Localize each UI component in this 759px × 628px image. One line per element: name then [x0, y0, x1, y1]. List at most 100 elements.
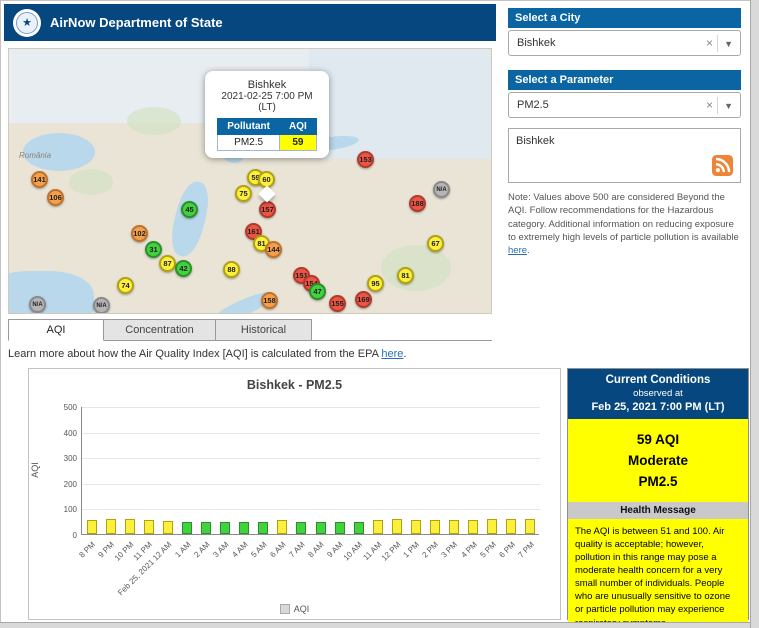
chart-bar[interactable] — [220, 522, 231, 534]
aqi-marker[interactable]: 169 — [355, 291, 372, 308]
aqi-marker[interactable]: 95 — [367, 275, 384, 292]
chart-bar[interactable] — [334, 522, 345, 534]
aqi-marker[interactable]: 155 — [329, 295, 346, 312]
chart-bar[interactable] — [277, 520, 288, 534]
map-popup: Bishkek 2021-02-25 7:00 PM (LT) Pollutan… — [205, 71, 329, 158]
health-message-header: Health Message — [568, 501, 748, 519]
chart-bar[interactable] — [315, 522, 326, 534]
aqi-marker[interactable]: 74 — [117, 277, 134, 294]
map-terrain-patch — [127, 107, 181, 135]
tab-concentration[interactable]: Concentration — [104, 319, 216, 341]
observed-at-label: observed at — [633, 388, 683, 399]
aqi-marker[interactable]: N/A — [29, 296, 46, 313]
aqi-marker[interactable]: 42 — [175, 260, 192, 277]
map-water-mediterranean — [9, 271, 94, 313]
chart-bar[interactable] — [105, 519, 116, 534]
sidebar: Select a City Bishkek × ▼ Select a Param… — [508, 8, 741, 257]
window-edge — [0, 622, 759, 628]
chart-bar[interactable] — [124, 519, 135, 534]
chart-bar[interactable] — [468, 520, 479, 534]
aqi-marker[interactable]: 75 — [235, 185, 252, 202]
chart-bar[interactable] — [449, 520, 460, 534]
chart-bar[interactable] — [86, 520, 97, 534]
city-dropdown[interactable]: Bishkek × ▼ — [508, 30, 741, 56]
aqi-marker[interactable]: N/A — [93, 297, 110, 313]
tab-aqi[interactable]: AQI — [8, 319, 104, 341]
chart-bar[interactable] — [487, 519, 498, 534]
aqi-marker[interactable]: 67 — [427, 235, 444, 252]
aqi-marker[interactable]: 45 — [181, 201, 198, 218]
aqi-marker[interactable]: 106 — [47, 189, 64, 206]
chart-bar[interactable] — [372, 520, 383, 534]
clear-parameter-icon[interactable]: × — [706, 98, 713, 112]
chart-bar[interactable] — [258, 522, 269, 534]
x-tick-label: 11 AM — [361, 540, 384, 562]
popup-table: Pollutant AQI PM2.5 59 — [217, 118, 317, 151]
chart-panel: Bishkek - PM2.5 AQI 0 100 200 300 400 500 8 PM… — [28, 368, 561, 620]
aqi-marker[interactable]: N/A — [433, 181, 450, 198]
chart-bar[interactable] — [506, 519, 517, 534]
chart-bar[interactable] — [353, 522, 364, 534]
eagle-emblem-icon: ★ — [16, 11, 38, 34]
feed-city-label: Bishkek — [516, 135, 555, 147]
aqi-marker[interactable]: 47 — [309, 283, 326, 300]
y-tick-label: 200 — [63, 479, 77, 489]
chart-bar[interactable] — [391, 519, 402, 534]
scrollbar[interactable] — [750, 0, 759, 628]
map[interactable]: România Bishkek 2021-02-25 7:00 PM (LT) … — [8, 48, 492, 314]
current-parameter: PM2.5 — [638, 473, 678, 489]
aqi-marker[interactable]: 88 — [223, 261, 240, 278]
chart-bar[interactable] — [430, 520, 441, 534]
aqi-marker[interactable]: 144 — [265, 241, 282, 258]
current-aqi-block: 59 AQI Moderate PM2.5 — [568, 419, 748, 502]
popup-timezone: (LT) — [258, 102, 276, 113]
chart-legend: AQI — [29, 604, 560, 614]
note-here-link[interactable]: here — [508, 245, 527, 256]
popup-aqi-header: AQI — [279, 118, 317, 135]
chevron-down-icon[interactable]: ▼ — [724, 39, 733, 49]
chart-bar[interactable] — [239, 522, 250, 534]
chart-bar[interactable] — [181, 522, 192, 534]
aqi-marker[interactable]: 157 — [259, 201, 276, 218]
parameter-dropdown[interactable]: PM2.5 × ▼ — [508, 92, 741, 118]
popup-city: Bishkek — [247, 79, 287, 91]
parameter-dropdown-value: PM2.5 — [517, 99, 549, 111]
select-city-header: Select a City — [508, 8, 741, 28]
app-title: AirNow Department of State — [50, 15, 223, 30]
gridline — [82, 458, 540, 460]
aqi-marker[interactable]: 158 — [261, 292, 278, 309]
chart-bar[interactable] — [525, 519, 536, 534]
chart-bar[interactable] — [201, 522, 212, 534]
chevron-down-icon[interactable]: ▼ — [724, 101, 733, 111]
current-conditions-panel: Current Conditions observed at Feb 25, 2… — [567, 368, 749, 628]
aqi-marker[interactable]: 81 — [397, 267, 414, 284]
chart-bar[interactable] — [296, 522, 307, 534]
map-water-caspian-sea — [166, 178, 214, 260]
aqi-marker[interactable]: 31 — [145, 241, 162, 258]
aqi-marker[interactable]: 188 — [409, 195, 426, 212]
aqi-marker[interactable]: 153 — [357, 151, 374, 168]
x-tick-label: 1 AM — [173, 540, 193, 560]
chart-title: Bishkek - PM2.5 — [246, 378, 343, 392]
learn-more-here-link[interactable]: here — [381, 348, 403, 360]
y-tick-label: 300 — [63, 454, 77, 464]
legend-label: AQI — [293, 604, 310, 614]
aqi-marker[interactable]: 87 — [159, 255, 176, 272]
note-text-end: . — [527, 245, 530, 257]
chart-bar[interactable] — [143, 520, 154, 534]
x-tick-label: 3 AM — [211, 540, 231, 560]
learn-more-text: Learn more about how the Air Quality Ind… — [8, 348, 406, 360]
tab-historical[interactable]: Historical — [216, 319, 312, 341]
chart-bar[interactable] — [410, 520, 421, 534]
legend-swatch — [279, 604, 290, 614]
chart-bar[interactable] — [162, 521, 173, 534]
x-tick-label: 4 PM — [459, 540, 479, 560]
clear-city-icon[interactable]: × — [706, 36, 713, 50]
y-tick-label: 100 — [63, 505, 77, 515]
x-tick-label: 10 PM — [112, 540, 136, 563]
tab-bar: AQI Concentration Historical — [8, 319, 492, 341]
aqi-marker[interactable]: 141 — [31, 171, 48, 188]
aqi-marker[interactable]: 102 — [131, 225, 148, 242]
y-tick-label: 400 — [63, 428, 77, 438]
rss-feed-icon[interactable] — [712, 155, 733, 176]
